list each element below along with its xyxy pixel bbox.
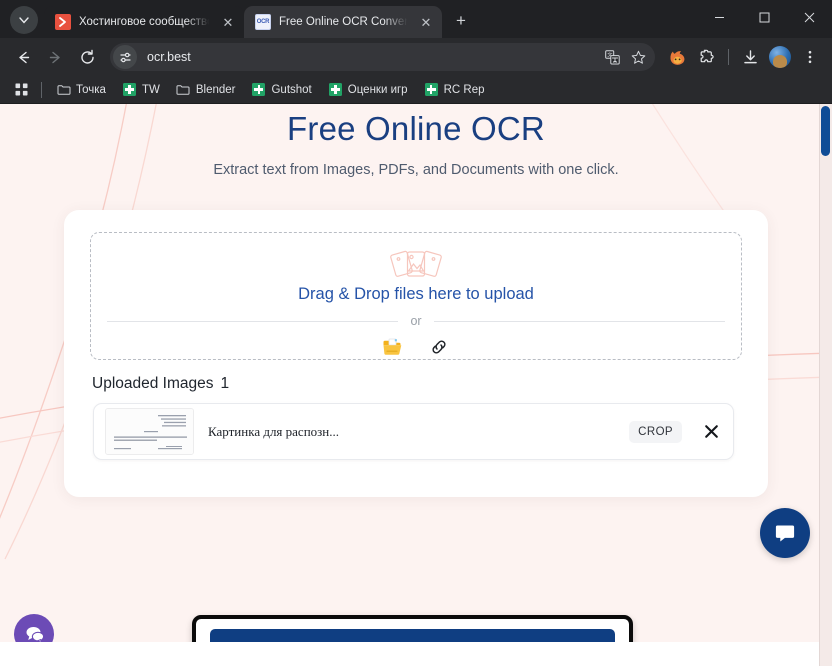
page-scrollbar[interactable] <box>819 104 832 666</box>
profile-avatar-icon[interactable] <box>766 43 794 71</box>
uploaded-images-label: Uploaded Images <box>92 375 214 392</box>
reload-icon <box>80 49 94 64</box>
bookmark-star-button[interactable] <box>625 44 651 70</box>
folder-icon <box>176 82 191 97</box>
dropzone-actions <box>381 335 451 359</box>
crop-button[interactable]: CROP <box>629 420 682 443</box>
bookmark-label: TW <box>141 83 160 96</box>
star-icon <box>631 50 645 64</box>
sheets-icon <box>328 82 343 97</box>
avatar <box>769 46 791 68</box>
sheets-icon <box>122 82 137 97</box>
downloads-icon[interactable] <box>736 43 764 71</box>
separator-line-right <box>433 320 725 322</box>
bookmark-item-1[interactable]: TW <box>115 79 167 100</box>
tab-close-button[interactable]: ✕ <box>418 14 434 30</box>
maximize-button[interactable] <box>742 0 787 34</box>
chevron-down-icon <box>19 17 29 24</box>
tab-title: Хостинговое сообщество «Tim <box>79 16 212 28</box>
scrollbar-thumb[interactable] <box>821 106 830 156</box>
open-folder-icon <box>383 338 401 355</box>
link-chain-icon <box>432 340 446 354</box>
close-button[interactable] <box>787 0 832 34</box>
bookmark-item-0[interactable]: Точка <box>49 79 113 100</box>
remove-file-button[interactable] <box>700 421 722 443</box>
page-bottom-strip <box>0 642 819 666</box>
tune-icon <box>119 52 131 62</box>
toolbar-divider <box>728 49 729 65</box>
uploaded-file-row: Картинка для распозн... CROP <box>93 403 734 460</box>
ocr-icon: OCR <box>255 14 271 30</box>
translate-button[interactable]: 文 <box>599 44 625 70</box>
uploaded-images-heading: Uploaded Images 1 <box>92 375 229 393</box>
separator-line-left <box>107 320 399 322</box>
or-separator: or <box>91 314 741 328</box>
uploaded-images-count: 1 <box>220 375 230 392</box>
images-stack-icon <box>390 250 442 277</box>
page-hero: Free Online OCR Extract text from Images… <box>0 104 832 178</box>
bookmark-label: Точка <box>76 83 106 96</box>
dropzone-label: Drag & Drop files here to upload <box>298 285 534 303</box>
bookmark-label: RC Rep <box>443 83 485 96</box>
tab-title: Free Online OCR Converter – Co <box>279 16 410 28</box>
sheets-icon <box>424 82 439 97</box>
browser-tab-1[interactable]: Хостинговое сообщество «Tim ✕ <box>44 6 244 38</box>
or-label: or <box>410 314 422 328</box>
red-arrow-icon <box>55 14 71 30</box>
sheets-icon <box>251 82 266 97</box>
browse-files-button[interactable] <box>381 335 405 359</box>
firefox-fox-icon[interactable] <box>663 43 691 71</box>
page-subtitle: Extract text from Images, PDFs, and Docu… <box>213 162 619 179</box>
window-controls <box>697 0 832 34</box>
web-page-content: Free Online OCR Extract text from Images… <box>0 104 832 666</box>
bookmark-label: Оценки игр <box>347 83 408 96</box>
tab-search-button[interactable] <box>10 6 38 34</box>
address-bar[interactable]: ocr.best 文 <box>110 43 655 71</box>
file-dropzone[interactable]: Drag & Drop files here to upload or <box>90 232 742 360</box>
bookmark-item-4[interactable]: Оценки игр <box>321 79 415 100</box>
url-text[interactable]: ocr.best <box>137 50 599 64</box>
folder-icon <box>56 82 71 97</box>
document-thumbnail[interactable] <box>105 408 194 455</box>
tab-close-button[interactable]: ✕ <box>220 14 236 30</box>
extensions-puzzle-icon[interactable] <box>693 43 721 71</box>
bookmark-item-2[interactable]: Blender <box>169 79 243 100</box>
forward-arrow-icon <box>49 51 60 63</box>
live-chat-widget-button[interactable] <box>760 508 810 558</box>
back-arrow-icon <box>18 51 29 63</box>
apps-grid-icon[interactable] <box>8 78 34 102</box>
browser-tab-2[interactable]: OCR Free Online OCR Converter – Co ✕ <box>244 6 442 38</box>
reload-button[interactable] <box>72 42 102 72</box>
translate-icon: 文 <box>604 49 620 64</box>
more-menu-icon[interactable] <box>796 43 824 71</box>
bookmark-label: Blender <box>195 83 236 96</box>
chat-bubble-icon <box>775 525 795 542</box>
uploaded-file-name: Картинка для распозн... <box>208 423 340 439</box>
upload-card: Drag & Drop files here to upload or Uplo… <box>64 210 768 497</box>
back-button[interactable] <box>8 42 38 72</box>
site-settings-button[interactable] <box>113 45 137 69</box>
bookmark-item-3[interactable]: Gutshot <box>244 79 318 100</box>
new-tab-button[interactable]: + <box>448 8 474 34</box>
browser-window: Хостинговое сообщество «Tim ✕ OCR Free O… <box>0 0 832 666</box>
bookmark-item-5[interactable]: RC Rep <box>417 79 492 100</box>
browser-toolbar: ocr.best 文 <box>0 38 832 76</box>
add-from-url-button[interactable] <box>427 335 451 359</box>
bookmarks-divider <box>41 81 42 98</box>
tab-strip: Хостинговое сообщество «Tim ✕ OCR Free O… <box>0 0 832 38</box>
bookmarks-bar: Точка TW Blender Gutshot Оценки игр RC R… <box>0 76 832 104</box>
forward-button[interactable] <box>40 42 70 72</box>
page-title: Free Online OCR <box>287 110 545 147</box>
bookmark-label: Gutshot <box>271 83 312 96</box>
close-icon <box>704 425 718 438</box>
minimize-button[interactable] <box>697 0 742 34</box>
